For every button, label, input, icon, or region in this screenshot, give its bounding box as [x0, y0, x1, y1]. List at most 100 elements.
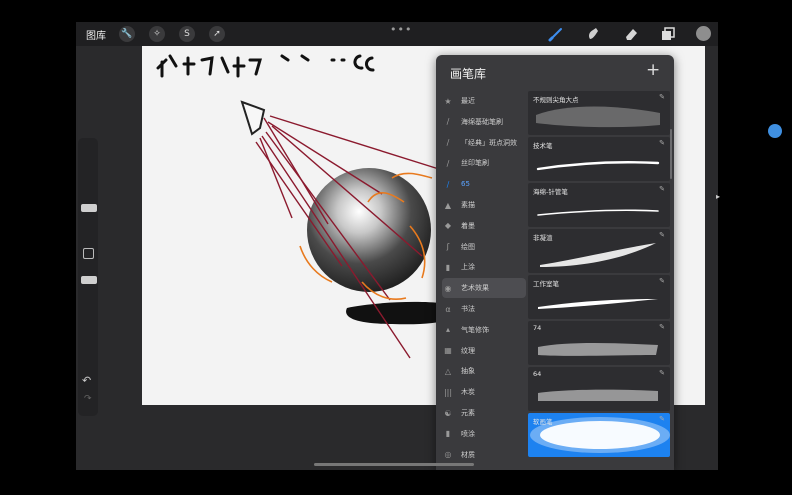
- brush-item[interactable]: 非凝渲 ✎: [528, 229, 670, 273]
- brush-category-item[interactable]: ▲ 素描: [442, 195, 526, 215]
- brush-category-item[interactable]: ★ 最近: [442, 91, 526, 111]
- category-label: 最近: [461, 97, 475, 105]
- edit-brush-icon[interactable]: ✎: [659, 415, 665, 423]
- brush-stroke-preview: [538, 343, 658, 356]
- redo-icon[interactable]: ↷: [84, 394, 92, 404]
- category-label: 艺术效果: [461, 284, 489, 293]
- brush-icon[interactable]: [547, 25, 565, 43]
- brush-category-item[interactable]: ʃ 绘图: [442, 237, 526, 257]
- brush-category-item[interactable]: ∕ 海绵基础笔刷: [442, 112, 526, 132]
- brush-item[interactable]: 工作室笔 ✎: [528, 275, 670, 319]
- brush-item[interactable]: 软画笔 ✎: [528, 413, 670, 457]
- layers-icon[interactable]: [659, 25, 677, 43]
- brush-name: 工作室笔: [533, 280, 559, 288]
- category-icon: ▲: [444, 200, 452, 210]
- category-label: 「经典」斑点洞效: [461, 138, 517, 147]
- category-label: 元素: [461, 409, 475, 417]
- brush-library-title: 画笔库: [450, 67, 487, 81]
- gallery-button[interactable]: 图库: [86, 27, 106, 42]
- color-picker-button[interactable]: [696, 26, 711, 41]
- brush-category-item[interactable]: ▮ 上涂: [442, 257, 526, 277]
- brush-item[interactable]: 不规则尖角大点 ✎: [528, 91, 670, 135]
- selection-s-icon[interactable]: S: [179, 26, 195, 42]
- brush-category-item[interactable]: ∕ 65: [442, 174, 526, 194]
- category-icon: ▦: [444, 346, 452, 356]
- edit-brush-icon[interactable]: ✎: [659, 93, 665, 101]
- modify-button[interactable]: [83, 248, 94, 259]
- brush-name: 74: [533, 324, 542, 332]
- category-icon: |||: [443, 387, 453, 397]
- category-icon: ☯: [444, 408, 452, 418]
- category-icon: ∕: [446, 117, 450, 127]
- brush-name: 软画笔: [533, 418, 553, 426]
- home-indicator: [314, 463, 474, 466]
- category-label: 喷涂: [461, 429, 475, 438]
- brush-item[interactable]: 74 ✎: [528, 321, 670, 365]
- brush-item[interactable]: 64 ✎: [528, 367, 670, 411]
- edit-brush-icon[interactable]: ✎: [659, 369, 665, 377]
- transform-arrow-icon[interactable]: ➚: [209, 26, 225, 42]
- category-label: 气笔修饰: [461, 325, 489, 334]
- light-source-cone: [240, 100, 266, 136]
- edit-brush-icon[interactable]: ✎: [659, 277, 665, 285]
- brush-category-item[interactable]: ∕ 丝印笔刷: [442, 153, 526, 173]
- opacity-slider[interactable]: [81, 276, 97, 284]
- brush-category-item[interactable]: α 书法: [442, 299, 526, 319]
- category-icon: ∕: [446, 158, 450, 168]
- brush-category-item[interactable]: ◎ 材质: [442, 445, 526, 465]
- brush-list-scrollbar[interactable]: [670, 129, 672, 179]
- brush-category-item[interactable]: ||| 木炭: [442, 382, 526, 402]
- category-icon: ʃ: [446, 242, 450, 252]
- category-label: 绘图: [461, 242, 475, 251]
- brush-category-item[interactable]: ∕ 「经典」斑点洞效: [442, 133, 526, 153]
- category-icon: ∕: [446, 179, 450, 189]
- category-label: 木炭: [461, 388, 475, 397]
- category-label: 纹理: [461, 346, 475, 355]
- assistive-touch-icon[interactable]: [768, 124, 782, 138]
- add-brush-button[interactable]: +: [646, 60, 660, 80]
- category-icon: ◉: [444, 283, 452, 293]
- brush-category-item[interactable]: ◆ 着墨: [442, 216, 526, 236]
- brush-name: 不规则尖角大点: [533, 96, 579, 104]
- category-icon: ▮: [445, 429, 451, 439]
- undo-icon[interactable]: ↶: [82, 374, 91, 387]
- brush-name: 海绵-针管笔: [533, 188, 568, 196]
- category-icon: ▮: [445, 262, 451, 272]
- smudge-icon[interactable]: [584, 25, 602, 43]
- category-label: 上涂: [461, 263, 475, 272]
- edit-brush-icon[interactable]: ✎: [659, 139, 665, 147]
- brush-name: 非凝渲: [533, 234, 553, 242]
- brush-list: 不规则尖角大点 ✎ 技术笔 ✎ 海绵-针管笔 ✎ 非凝渲 ✎ 工作室笔 ✎ 74 ✎ 64 ✎ 软画笔 ✎: [528, 91, 670, 470]
- category-icon: α: [445, 304, 451, 314]
- actions-wrench-icon[interactable]: 🔧: [119, 26, 135, 42]
- procreate-app: 图库 🔧 ✧ S ➚ ••• ↶ ↷ 画笔库 + ★ 最近 ∕ 海绵基础笔刷 ∕…: [76, 22, 718, 470]
- brush-item[interactable]: 技术笔 ✎: [528, 137, 670, 181]
- category-label: 丝印笔刷: [461, 159, 489, 168]
- category-icon: ∕: [446, 138, 450, 148]
- menu-dots-icon[interactable]: •••: [390, 23, 412, 36]
- brush-category-list: ★ 最近 ∕ 海绵基础笔刷 ∕ 「经典」斑点洞效 ∕ 丝印笔刷 ∕ 65 ▲ 素描 ◆ 着墨 ʃ 绘图 ▮ 上涂 ◉…: [436, 91, 526, 470]
- category-label: 素描: [461, 201, 475, 209]
- category-label: 书法: [461, 305, 475, 313]
- brush-category-item[interactable]: ◉ 艺术效果: [442, 278, 526, 299]
- brush-name: 64: [533, 370, 542, 378]
- category-icon: △: [444, 366, 452, 376]
- category-label: 海绵基础笔刷: [461, 117, 503, 126]
- brush-category-item[interactable]: △ 抽象: [442, 361, 526, 381]
- brush-category-item[interactable]: ▴ 气笔修饰: [442, 320, 526, 340]
- brush-category-item[interactable]: ☯ 元素: [442, 403, 526, 423]
- handwritten-title-ink: [156, 54, 375, 78]
- edit-brush-icon[interactable]: ✎: [659, 231, 665, 239]
- category-icon: ▴: [445, 325, 450, 335]
- brush-item[interactable]: 海绵-针管笔 ✎: [528, 183, 670, 227]
- edit-brush-icon[interactable]: ✎: [659, 323, 665, 331]
- adjustments-wand-icon[interactable]: ✧: [149, 26, 165, 42]
- edit-brush-icon[interactable]: ✎: [659, 185, 665, 193]
- category-icon: ◎: [444, 450, 452, 460]
- eraser-icon[interactable]: [622, 25, 640, 43]
- brush-stroke-preview: [538, 389, 658, 401]
- brush-size-slider[interactable]: [81, 204, 97, 212]
- brush-category-item[interactable]: ▮ 喷涂: [442, 424, 526, 444]
- category-label: 65: [461, 180, 470, 189]
- brush-category-item[interactable]: ▦ 纹理: [442, 341, 526, 361]
